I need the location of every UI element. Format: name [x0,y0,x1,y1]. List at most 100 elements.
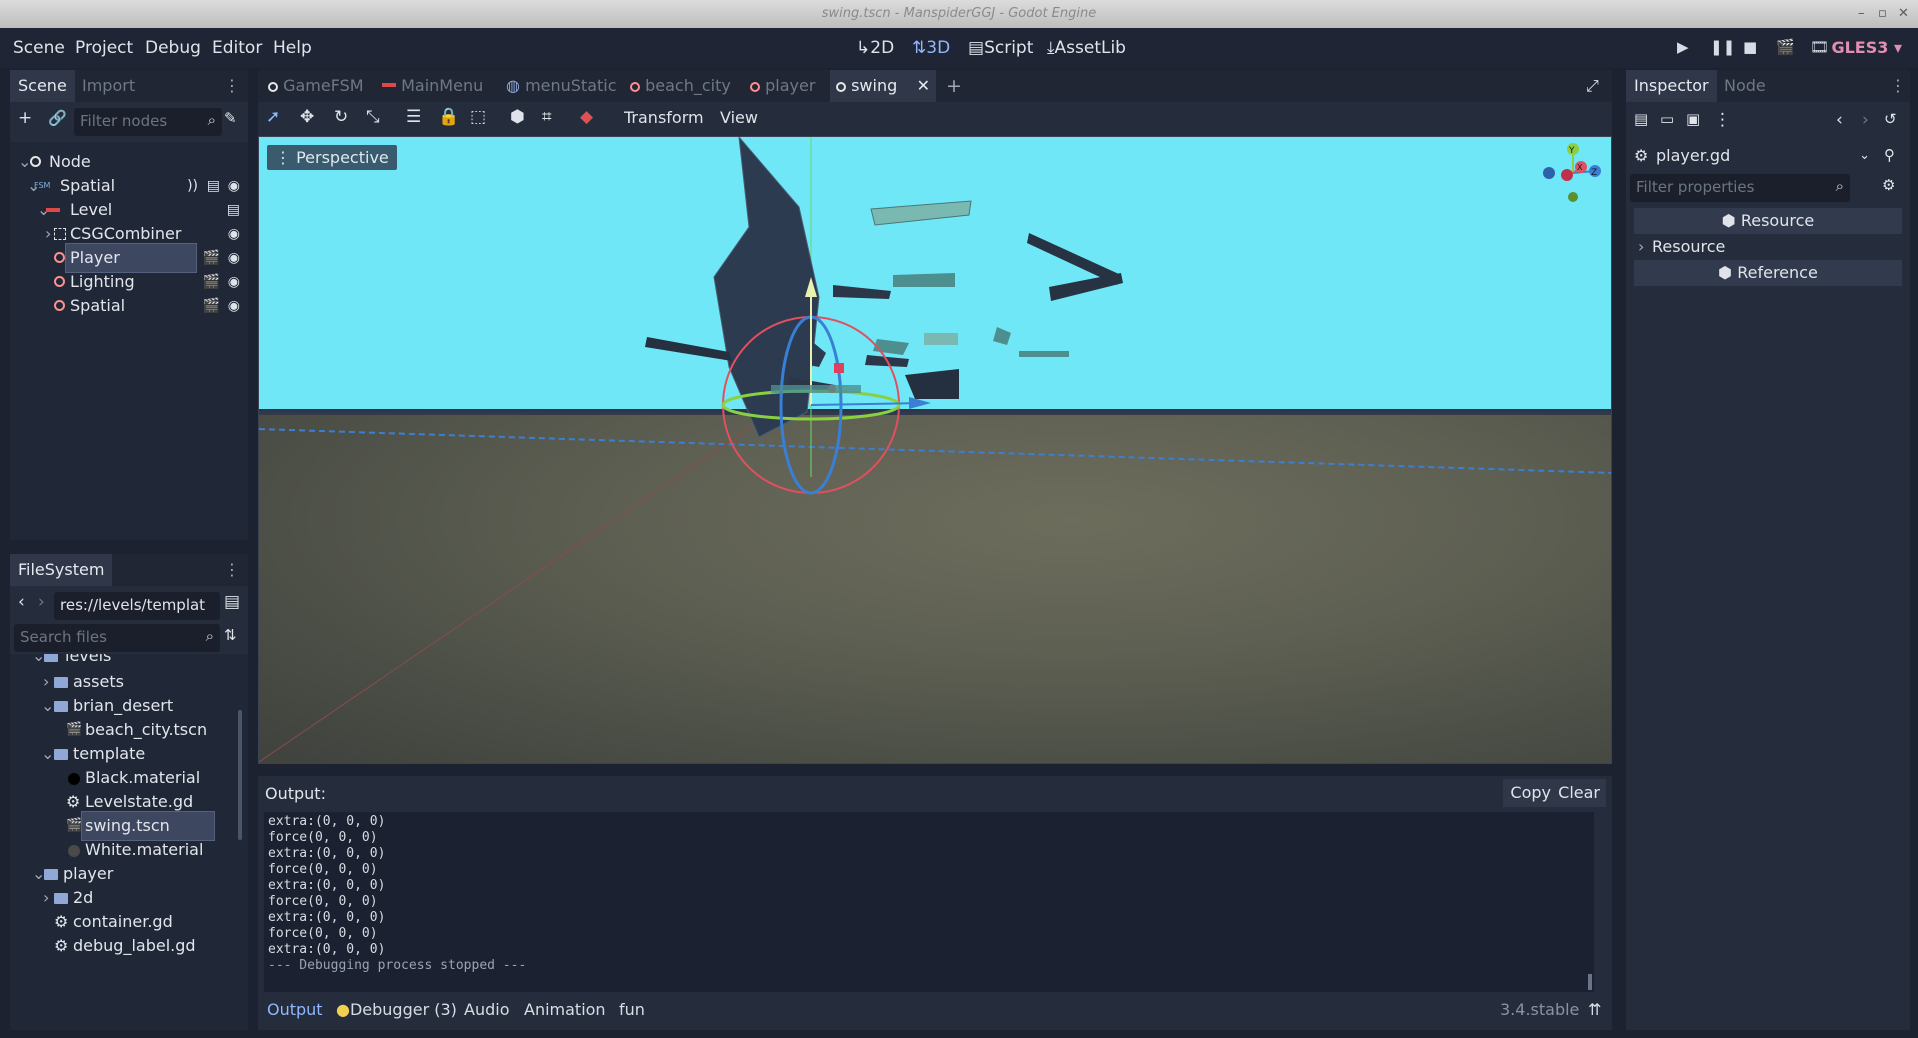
visibility-icon[interactable]: ◉ [228,292,240,320]
tree-node-spatial-child[interactable]: Spatial 🎬 ◉ [10,292,248,320]
log-line: extra:(0, 0, 0) [268,942,386,957]
link-icon[interactable]: 🔗 [48,109,67,127]
minimize-icon[interactable]: – [1858,0,1865,28]
fs-item-debug-label[interactable]: ⚙ debug_label.gd [10,932,248,960]
material-icon [68,773,80,785]
folder-icon [54,749,68,760]
play-scene-icon[interactable]: 🎬 [1776,38,1795,56]
mode-2d-button[interactable]: ↳2D [856,38,894,58]
fullscreen-icon[interactable]: ⤢ [1580,70,1605,102]
forward-icon[interactable]: › [38,592,45,612]
tab-swing[interactable]: swing ✕ [830,70,936,102]
search-icon: ⌕ [207,111,216,129]
more-icon[interactable]: ⋮ [1890,76,1906,95]
close-tab-icon[interactable]: ✕ [917,70,930,102]
list-select-icon[interactable]: ☰ [406,107,421,127]
add-node-icon[interactable]: + [18,108,32,128]
split-view-icon[interactable]: ▤ [224,592,240,612]
scene-tree: ⌄ Node ⌄ FSM Spatial )) ▤ ◉ ⌄ Level ▤ › … [10,142,248,540]
node-icon [30,156,41,167]
menu-debug[interactable]: Debug [145,38,201,58]
snap-icon[interactable]: ⌗ [542,107,552,127]
menu-editor[interactable]: Editor [212,38,262,58]
tab-player[interactable]: player [744,70,821,102]
pause-icon[interactable]: ❚❚ [1710,38,1735,56]
section-resource[interactable]: ⬢ Resource [1634,208,1902,234]
axis-gizmo-icon[interactable]: Y Z X [1539,139,1609,209]
scrollbar[interactable] [1588,974,1592,990]
mode-3d-button[interactable]: ⇅3D [912,38,950,58]
editor-tabs-bar: GameFSM MainMenu ◍ menuStatic beach_city… [258,70,1612,102]
lock-icon[interactable]: 🔒 [438,107,459,127]
assetlib-icon: ⤓ [1047,38,1055,58]
tab-menustatic[interactable]: ◍ menuStatic [500,70,623,102]
mode-script-button[interactable]: ▤Script [968,38,1033,58]
tab-filesystem[interactable]: FileSystem [10,554,113,586]
copy-button[interactable]: Copy [1503,779,1558,807]
bottom-tab-animation[interactable]: Animation [524,1000,606,1019]
tab-inspector[interactable]: Inspector [1626,70,1717,102]
resource-icon: ⬢ [1721,211,1736,230]
camera-icon[interactable]: ◆ [580,107,593,127]
bottom-tab-debugger[interactable]: ●Debugger (3) [336,1000,457,1019]
select-tool-icon[interactable]: ➚ [266,107,280,127]
menu-scene[interactable]: Scene [13,38,65,58]
section-reference[interactable]: ⬢ Reference [1634,260,1902,286]
bottom-tab-audio[interactable]: Audio [464,1000,509,1019]
tab-scene[interactable]: Scene [10,70,75,102]
transform-menu[interactable]: Transform [624,108,704,127]
back-icon[interactable]: ‹ [18,592,25,612]
log-line: --- Debugging process stopped --- [268,958,527,973]
open-scene-icon[interactable]: 🎬 [203,292,220,320]
expand-panel-icon[interactable]: ⇈ [1588,1000,1601,1019]
more-icon[interactable]: ⋮ [1714,110,1731,130]
scrollbar[interactable] [238,710,242,840]
object-selector[interactable]: ⚙ player.gd ⌄ [1630,142,1874,170]
history-forward-icon[interactable]: › [1862,110,1869,130]
clear-button[interactable]: Clear [1552,779,1606,807]
mode-assetlib-button[interactable]: ⤓AssetLib [1047,38,1126,58]
tab-node[interactable]: Node [1716,70,1774,102]
more-icon[interactable]: ⋮ [224,560,240,579]
play-icon[interactable]: ▶ [1677,38,1689,56]
new-tab-icon[interactable]: + [940,70,968,102]
tab-import[interactable]: Import [74,70,143,102]
history-icon[interactable]: ↺ [1884,110,1897,128]
bottom-tab-fun[interactable]: fun [619,1000,645,1019]
output-log[interactable]: extra:(0, 0, 0) force(0, 0, 0) extra:(0,… [264,812,1594,992]
tab-mainmenu[interactable]: MainMenu [376,70,489,102]
menu-project[interactable]: Project [75,38,133,58]
save-icon[interactable]: ▣ [1686,110,1700,128]
tab-beach-city[interactable]: beach_city [624,70,737,102]
sort-icon[interactable]: ⇅ [224,626,237,644]
object-tools-icon[interactable]: ⚲ [1884,146,1895,164]
perspective-menu[interactable]: ⋮ Perspective [267,145,397,170]
search-files-input[interactable]: Search files ⌕ [14,624,220,652]
filter-properties-input[interactable]: Filter properties ⌕ [1630,174,1850,202]
open-folder-icon[interactable]: ▭ [1660,110,1674,128]
group-resource[interactable]: › Resource [1634,234,1902,260]
tab-gamefsm[interactable]: GameFSM [262,70,370,102]
3d-viewport[interactable]: ⋮ Perspective Y Z X [258,136,1612,764]
view-menu[interactable]: View [720,108,758,127]
stop-icon[interactable]: ■ [1743,38,1757,56]
local-space-icon[interactable]: ⬢ [510,107,525,127]
maximize-icon[interactable]: ▫ [1878,0,1887,28]
group-icon[interactable]: ⬚ [470,107,486,127]
play-custom-scene-icon[interactable]: 🎞 [1810,38,1829,56]
attach-script-icon[interactable]: ✎ [224,109,237,127]
renderer-selector[interactable]: GLES3 ▾ [1831,38,1902,57]
scale-tool-icon[interactable]: ⤡ [366,107,380,127]
move-tool-icon[interactable]: ✥ [300,107,314,127]
bottom-tab-output[interactable]: Output [267,1000,323,1019]
close-window-icon[interactable]: ✕ [1898,0,1909,28]
property-settings-icon[interactable]: ⚙ [1882,176,1895,194]
menu-help[interactable]: Help [273,38,312,58]
history-back-icon[interactable]: ‹ [1836,110,1843,130]
path-field[interactable]: res://levels/templat [54,592,220,620]
more-icon[interactable]: ⋮ [224,76,240,95]
filter-nodes-input[interactable]: Filter nodes ⌕ [74,108,222,136]
new-resource-icon[interactable]: ▤ [1634,110,1648,128]
2d-icon: ↳ [856,38,871,58]
rotate-tool-icon[interactable]: ↻ [334,107,348,127]
